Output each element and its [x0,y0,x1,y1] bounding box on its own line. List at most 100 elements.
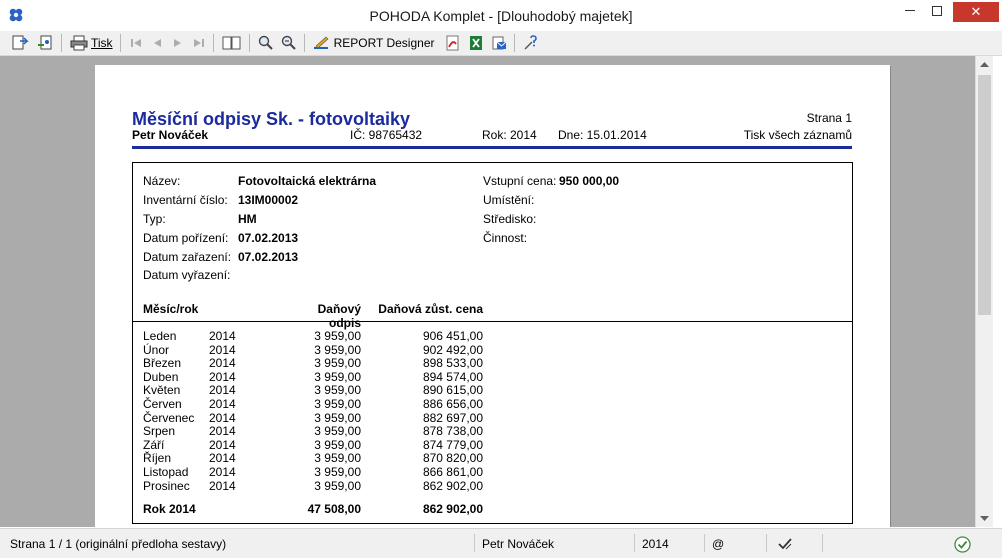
vertical-scrollbar[interactable] [975,56,993,527]
pdf-icon [446,35,458,51]
status-year: 2014 [642,537,669,551]
field-label-nazev: Název: [143,174,181,188]
cell-month: Květen [143,383,181,398]
cell-cena: 906 451,00 [422,329,483,343]
cell-month: Duben [143,369,179,384]
two-pages-button[interactable] [219,33,245,53]
cell-month: Únor [143,342,170,357]
cell-odpis: 3 959,00 [314,478,361,493]
page-setup-icon [12,35,29,50]
table-row: Červen 2014 3 959,00 886 656,00 [133,397,852,411]
field-label-stredisko: Středisko: [483,212,537,226]
print-icon [70,35,88,51]
title-bar: POHODA Komplet - [Dlouhodobý majetek] ✕ [0,0,1002,32]
cell-cena: 890 615,00 [422,383,483,398]
cell-odpis: 3 959,00 [314,329,361,343]
print-button[interactable]: Tisk [67,33,116,53]
zoom-out-button[interactable] [278,33,300,53]
cell-cena: 870 820,00 [422,451,483,466]
cell-year: 2014 [209,356,236,371]
cell-year: 2014 [209,465,236,479]
cell-year: 2014 [209,424,236,439]
cell-cena: 866 861,00 [422,465,483,479]
report-author: Petr Nováček [132,128,209,142]
help-icon [524,35,537,50]
cell-year: 2014 [209,369,236,384]
cell-year: 2014 [209,410,236,425]
export-button[interactable] [33,33,57,53]
scroll-down-button[interactable] [976,510,993,527]
field-label-datum-porizeni: Datum pořízení: [143,231,229,245]
report-year: Rok: 2014 [482,128,537,142]
cell-year: 2014 [209,383,236,398]
cell-month: Leden [143,329,177,343]
cell-odpis: 3 959,00 [314,397,361,411]
preview-toolbar: Tisk REPORT Designer [0,31,1002,56]
report-designer-button[interactable]: REPORT Designer [310,33,438,53]
cell-cena: 886 656,00 [422,397,483,411]
cell-odpis: 3 959,00 [314,424,361,439]
status-divider [766,534,767,552]
toolbar-separator [248,34,250,52]
help-button[interactable] [520,33,542,53]
report-designer-icon [313,36,328,49]
title-rule [132,146,852,149]
cell-month: Listopad [143,465,189,479]
pdf-export-button[interactable] [442,33,464,53]
next-page-icon [173,39,181,47]
excel-export-button[interactable] [465,33,487,53]
cell-year: 2014 [209,437,236,452]
cell-year: 2014 [209,397,236,411]
table-row: Listopad 2014 3 959,00 866 861,00 [133,465,852,479]
status-email-icon[interactable]: @ [712,535,724,553]
two-pages-icon [222,36,241,50]
field-label-vstupni-cena: Vstupní cena: [483,174,557,188]
report-title: Měsíční odpisy Sk. - fotovoltaiky [132,109,411,129]
column-header-odpis: Daňový odpis [317,302,361,330]
prev-page-icon [153,39,161,47]
status-divider [474,534,475,552]
cell-month: Červen [143,397,182,411]
report-page: Měsíční odpisy Sk. - fotovoltaiky Strana… [95,65,890,527]
cell-year: 2014 [209,329,236,343]
last-page-icon [193,39,204,47]
report-preview-area[interactable]: Měsíční odpisy Sk. - fotovoltaiky Strana… [0,56,975,527]
maximize-button[interactable] [920,0,954,22]
scroll-thumb[interactable] [978,75,991,315]
header-rule [133,321,852,322]
asset-box: Název: Fotovoltaická elektrárna Inventár… [132,162,853,524]
close-button[interactable]: ✕ [953,2,999,22]
cell-cena: 878 738,00 [422,424,483,439]
field-label-inventarni-cislo: Inventární číslo: [143,193,228,207]
field-label-typ: Typ: [143,212,166,226]
status-edit-check-icon[interactable] [777,535,793,553]
cell-year: 2014 [209,451,236,466]
zoom-in-button[interactable] [255,33,277,53]
cell-odpis: 3 959,00 [314,410,361,425]
field-label-cinnost: Činnost: [483,231,528,245]
last-page-button[interactable] [189,33,209,53]
cell-month: Srpen [143,424,176,439]
cell-month: Září [143,437,165,452]
next-page-button[interactable] [168,33,188,53]
status-divider [704,534,705,552]
prev-page-button[interactable] [147,33,167,53]
cell-year: 2014 [209,478,236,493]
page-setup-button[interactable] [8,33,32,53]
print-label: Tisk [91,36,113,50]
cell-month: Prosinec [143,478,190,493]
table-row: Září 2014 3 959,00 874 779,00 [133,437,852,452]
table-row: Leden 2014 3 959,00 906 451,00 [133,329,852,343]
total-label: Rok 2014 [143,502,196,516]
cell-cena: 902 492,00 [422,342,483,357]
scroll-up-button[interactable] [976,56,993,73]
table-row: Srpen 2014 3 959,00 878 738,00 [133,424,852,439]
field-value-nazev: Fotovoltaická elektrárna [238,174,377,188]
field-value-datum-porizeni: 07.02.2013 [238,231,299,245]
email-button[interactable] [488,33,510,53]
scroll-up-icon [980,62,989,67]
first-page-icon [130,39,141,47]
first-page-button[interactable] [126,33,146,53]
window-title: POHODA Komplet - [Dlouhodobý majetek] [369,8,633,24]
scroll-down-icon [980,516,989,521]
